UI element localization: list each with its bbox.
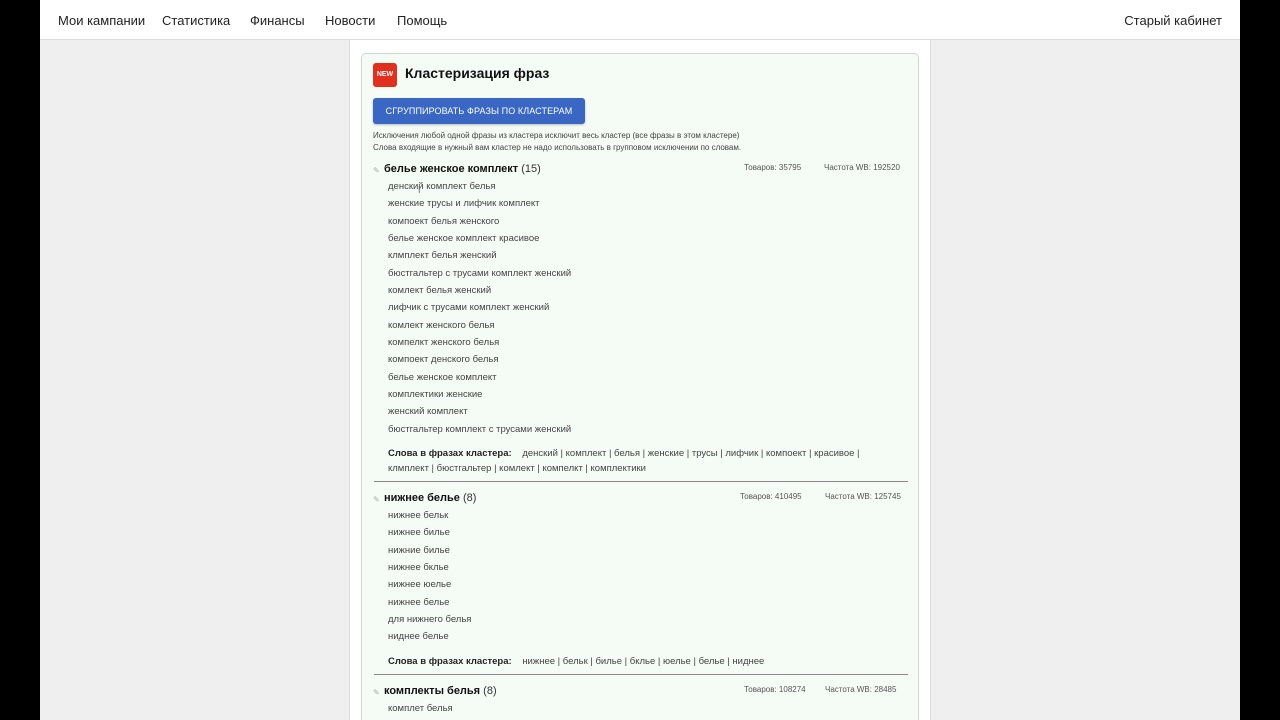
phrase-item: компоект денского белья	[388, 354, 499, 365]
phrase-item: женские трусы и лифчик комплект	[388, 198, 540, 209]
nav-item-old-cabinet[interactable]: Старый кабинет	[1124, 13, 1222, 28]
cluster-frequency: Частота WB: 28485	[825, 685, 897, 694]
main-content: NEW Кластеризация фраз СГРУППИРОВАТЬ ФРА…	[349, 40, 931, 720]
cluster-divider	[374, 481, 908, 482]
phrase-item: комплектики женские	[388, 389, 483, 400]
phrase-item: компелкт женского белья	[388, 337, 500, 348]
phrase-item: для нижнего белья	[388, 614, 472, 625]
phrase-item: денский комплект белья	[388, 181, 496, 192]
text-cursor-icon: I	[418, 185, 421, 195]
app-window: Мои кампании Статистика Финансы Новости …	[40, 0, 1240, 720]
phrase-item: нижнее билье	[388, 527, 450, 538]
cluster-name: комплекты белья	[384, 685, 481, 697]
nav-item-statistics[interactable]: Статистика	[162, 13, 230, 28]
clustering-card: NEW Кластеризация фраз СГРУППИРОВАТЬ ФРА…	[361, 53, 919, 720]
group-phrases-button[interactable]: СГРУППИРОВАТЬ ФРАЗЫ ПО КЛАСТЕРАМ	[373, 98, 585, 124]
cluster-count: (15)	[521, 163, 541, 175]
phrase-item: белье женское комплект красивое	[388, 233, 540, 244]
nav-item-help[interactable]: Помощь	[397, 13, 447, 28]
phrase-item: нижние билье	[388, 545, 450, 556]
cluster-heading[interactable]: нижнее белье (8)	[384, 492, 476, 504]
card-title: Кластеризация фраз	[405, 65, 550, 81]
phrase-item: белье женское комплект	[388, 372, 497, 383]
cluster-goods: Товаров: 108274	[744, 685, 806, 694]
cluster-name: белье женское комплект	[384, 163, 519, 175]
top-navigation: Мои кампании Статистика Финансы Новости …	[40, 0, 1240, 40]
phrase-item: ниднее белье	[388, 631, 449, 642]
cluster-heading[interactable]: комплекты белья (8)	[384, 685, 497, 697]
nav-item-finance[interactable]: Финансы	[250, 13, 305, 28]
cluster-words: Слова в фразах кластера: нижнее | бельк …	[388, 654, 893, 669]
phrase-item: комлект белья женский	[388, 285, 492, 296]
new-badge: NEW	[373, 63, 397, 87]
cluster-divider	[374, 674, 908, 675]
words-label: Слова в фразах кластера:	[388, 656, 512, 667]
cluster-count: (8)	[483, 685, 497, 697]
phrase-item: нижнее бкльe	[388, 562, 449, 573]
words-list: нижнее | бельк | билье | бклье | юелье |…	[522, 656, 765, 667]
phrase-item: комлект женского белья	[388, 320, 495, 331]
phrase-item: компоект белья женского	[388, 216, 500, 227]
cluster-count: (8)	[462, 492, 477, 504]
cluster-goods: Товаров: 35795	[744, 163, 802, 172]
phrase-item: бюстгальтер комплект с трусами женский	[388, 424, 572, 435]
cluster-name: нижнее белье	[384, 492, 460, 504]
note-words: Слова входящие в нужный вам кластер не н…	[373, 143, 742, 152]
words-label: Слова в фразах кластера:	[388, 448, 512, 459]
link-icon: ✎	[373, 495, 380, 504]
phrase-item: клмплект белья женский	[388, 250, 497, 261]
phrase-item: бюстгальтер с трусами комплект женский	[388, 268, 572, 279]
note-exclusion: Исключения любой одной фразы из кластера…	[373, 131, 740, 140]
nav-item-campaigns[interactable]: Мои кампании	[58, 13, 145, 28]
phrase-item: женский комплект	[388, 406, 468, 417]
nav-item-news[interactable]: Новости	[325, 13, 375, 28]
cluster-frequency: Частота WB: 192520	[824, 163, 900, 172]
phrase-item: комплет белья	[388, 703, 453, 714]
phrase-item: лифчик с трусами комплект женский	[388, 302, 550, 313]
cluster-heading[interactable]: белье женское комплект (15)	[384, 163, 541, 175]
cluster-frequency: Частота WB: 125745	[825, 492, 901, 501]
cluster-words: Слова в фразах кластера: денский | компл…	[388, 446, 893, 476]
link-icon: ✎	[373, 688, 380, 697]
cluster-goods: Товаров: 410495	[740, 492, 802, 501]
phrase-item: нижнее юелье	[388, 579, 452, 590]
phrase-item: нижнее белье	[388, 597, 450, 608]
phrase-item: нижнее бельк	[388, 510, 449, 521]
link-icon: ✎	[373, 166, 380, 175]
